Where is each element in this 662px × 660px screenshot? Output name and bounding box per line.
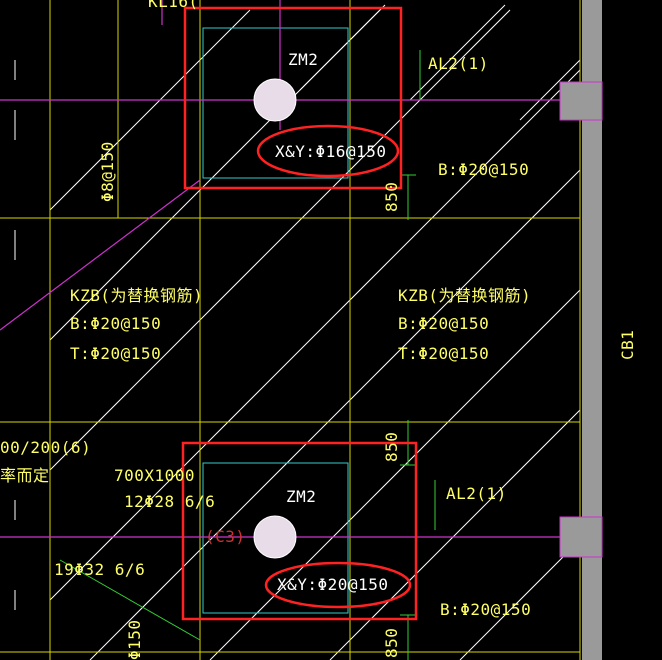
dimension-850-top: 850 xyxy=(382,181,401,212)
pile-cap-label-top: ZM2 xyxy=(288,50,319,69)
column-bars-19: 19Φ32 6/6 xyxy=(54,560,146,579)
dimension-850-bottom: 850 xyxy=(382,627,401,658)
bottom-rebar-bottom: B:Φ20@150 xyxy=(440,600,532,619)
cad-drawing-canvas[interactable]: KL16( ZM2 AL2(1) X&Y:Φ16@150 B:Φ20@150 Φ… xyxy=(0,0,662,660)
slab-type-right: KZB(为替换钢筋) xyxy=(398,286,532,305)
stirrup-label: Φ8@150 xyxy=(98,141,117,202)
pile-circle-bottom xyxy=(253,515,297,559)
beam-label-al2-top: AL2(1) xyxy=(428,54,489,73)
dimension-850-mid: 850 xyxy=(382,431,401,462)
rebar-label-top: X&Y:Φ16@150 xyxy=(275,142,387,161)
wall-label-cb1: CB1 xyxy=(618,329,637,360)
slab-top-left: T:Φ20@150 xyxy=(70,344,162,363)
slab-bottom-left: B:Φ20@150 xyxy=(70,314,162,333)
slab-top-right: T:Φ20@150 xyxy=(398,344,490,363)
bottom-rebar-top: B:Φ20@150 xyxy=(438,160,530,179)
stirrup-label-bottom: Φ150 xyxy=(125,619,144,660)
column-top xyxy=(559,81,603,121)
column-size-label: 700X1000 xyxy=(114,466,196,485)
column-bottom xyxy=(559,516,603,558)
slab-bottom-right: B:Φ20@150 xyxy=(398,314,490,333)
slab-type-left: KZB(为替换钢筋) xyxy=(70,286,204,305)
pile-circle-top xyxy=(253,78,297,122)
stirrup-spec-left: 00/200(6) xyxy=(0,438,92,457)
rebar-label-bottom: X&Y:Φ20@150 xyxy=(277,575,389,594)
note-left: 率而定 xyxy=(0,466,50,485)
column-bars-label: 12Φ28 6/6 xyxy=(124,492,216,511)
pile-cap-label-bottom: ZM2 xyxy=(286,487,317,506)
beam-label-kl: KL16( xyxy=(148,0,199,11)
column-id-c3: (C3) xyxy=(205,527,246,546)
beam-label-al2-bottom: AL2(1) xyxy=(446,484,507,503)
